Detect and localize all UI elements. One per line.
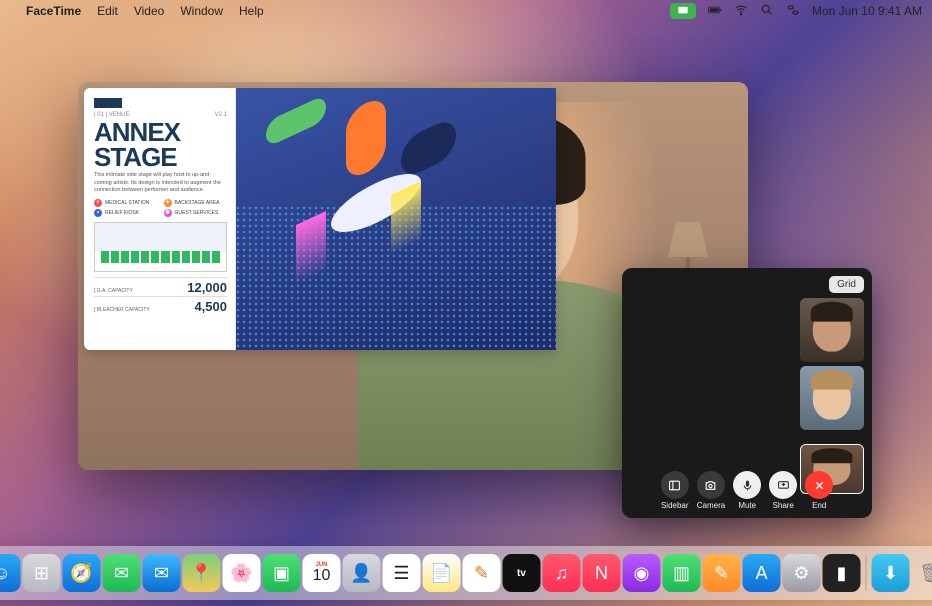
shared-title-line1: ANNEX	[94, 120, 227, 145]
battery-icon[interactable]	[708, 3, 722, 20]
ft-control-mute[interactable]: Mute	[733, 471, 761, 510]
shared-minimap	[94, 222, 227, 272]
menu-edit[interactable]: Edit	[97, 4, 118, 18]
share-icon[interactable]	[769, 471, 797, 499]
wifi-icon[interactable]	[734, 3, 748, 20]
dock-podcasts[interactable]: ◉	[623, 554, 661, 592]
dock-pages[interactable]: ✎	[703, 554, 741, 592]
screenshare-indicator[interactable]	[670, 3, 696, 19]
dock-separator	[866, 555, 867, 591]
dock-notes[interactable]: 📄	[423, 554, 461, 592]
dock-freeform[interactable]: ✎	[463, 554, 501, 592]
legend-item: +MEDICAL STATION	[94, 199, 158, 207]
dock-safari[interactable]: 🧭	[63, 554, 101, 592]
dock-music[interactable]: ♫	[543, 554, 581, 592]
datetime[interactable]: Mon Jun 10 9:41 AM	[812, 4, 922, 18]
dock: ☺⊞🧭✉✉📍🌸▣JUN10👤☰📄✎tv♫N◉▥✎A⚙▮⬇🗑	[0, 546, 932, 600]
mic-icon[interactable]	[733, 471, 761, 499]
facetime-controls: Sidebar Camera Mute Share End	[622, 471, 872, 510]
app-menu[interactable]: FaceTime	[26, 4, 81, 18]
sidebar-icon[interactable]	[661, 471, 689, 499]
shared-legend: +MEDICAL STATION ✦BACKSTAGE AREA •RELIEF K…	[94, 199, 227, 217]
legend-item: •RELIEF KIOSK	[94, 209, 158, 217]
capacity-row: [ G.A. CAPACITY12,000	[94, 277, 227, 295]
camera-icon[interactable]	[697, 471, 725, 499]
ft-control-end[interactable]: End	[805, 471, 833, 510]
close-icon[interactable]	[805, 471, 833, 499]
legend-item: ✱GUEST SERVICES	[164, 209, 228, 217]
menu-help[interactable]: Help	[239, 4, 264, 18]
shared-isometric-view	[236, 88, 556, 350]
shared-title-line2: STAGE	[94, 145, 227, 170]
dock-iphone-mirroring[interactable]: ▮	[823, 554, 861, 592]
dock-finder[interactable]: ☺	[0, 554, 21, 592]
shared-header-right: V2.1	[215, 112, 227, 118]
dock-appstore[interactable]: A	[743, 554, 781, 592]
dock-launchpad[interactable]: ⊞	[23, 554, 61, 592]
shared-content-panel: | 01 | VENUE V2.1 ANNEX STAGE This intim…	[84, 88, 556, 350]
menubar: FaceTime Edit Video Window Help Mon Jun …	[0, 0, 932, 22]
dock-trash[interactable]: 🗑	[912, 554, 932, 592]
facetime-panel[interactable]: Grid Sidebar Camera Mute Share End	[622, 268, 872, 518]
dock-messages[interactable]: ✉	[103, 554, 141, 592]
dock-downloads[interactable]: ⬇	[872, 554, 910, 592]
legend-item: ✦BACKSTAGE AREA	[164, 199, 228, 207]
menu-video[interactable]: Video	[134, 4, 164, 18]
ft-control-camera[interactable]: Camera	[697, 471, 725, 510]
dock-numbers[interactable]: ▥	[663, 554, 701, 592]
grid-toggle-button[interactable]: Grid	[829, 276, 864, 293]
participant-thumbnail-1[interactable]	[800, 298, 864, 362]
dock-tv[interactable]: tv	[503, 554, 541, 592]
participant-thumbnail-2[interactable]	[800, 366, 864, 430]
ft-control-share[interactable]: Share	[769, 471, 797, 510]
dock-photos[interactable]: 🌸	[223, 554, 261, 592]
ft-control-sidebar[interactable]: Sidebar	[661, 471, 689, 510]
spotlight-icon[interactable]	[760, 3, 774, 20]
dock-news[interactable]: N	[583, 554, 621, 592]
capacity-row: [ BLEACHER CAPACITY4,500	[94, 296, 227, 314]
dock-settings[interactable]: ⚙	[783, 554, 821, 592]
control-center-icon[interactable]	[786, 3, 800, 20]
shared-description: This intimate side stage will play host …	[94, 172, 227, 193]
dock-mail[interactable]: ✉	[143, 554, 181, 592]
shared-logo	[94, 98, 122, 108]
dock-reminders[interactable]: ☰	[383, 554, 421, 592]
dock-contacts[interactable]: 👤	[343, 554, 381, 592]
dock-maps[interactable]: 📍	[183, 554, 221, 592]
menu-window[interactable]: Window	[180, 4, 223, 18]
dock-facetime[interactable]: ▣	[263, 554, 301, 592]
dock-calendar[interactable]: JUN10	[303, 554, 341, 592]
